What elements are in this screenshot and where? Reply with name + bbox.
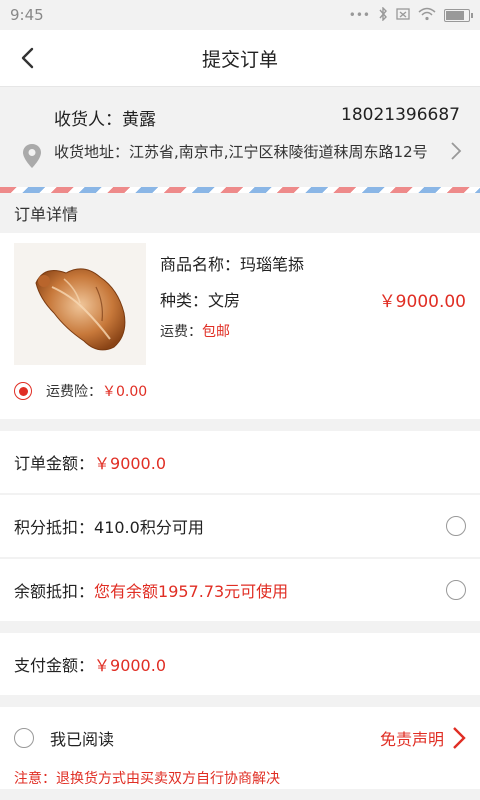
balance-text: 您有余额1957.73元可使用 [94, 582, 289, 601]
sim-off-icon [396, 7, 410, 24]
location-pin-icon [23, 144, 41, 168]
pay-amount-label: 支付金额： [14, 656, 95, 675]
shipping-insurance[interactable]: 运费险： ￥0.00 [14, 381, 147, 401]
page-title: 提交订单 [201, 48, 278, 71]
wifi-icon [418, 7, 436, 24]
agreement-row[interactable]: 我已阅读 免责声明 [0, 707, 480, 769]
insurance-radio[interactable] [14, 382, 32, 400]
product-category: 种类：文房 [160, 291, 241, 310]
receiver-phone: 18021396687 [341, 105, 460, 125]
points-label: 积分抵扣： [14, 518, 95, 537]
chevron-right-icon [451, 142, 462, 160]
product-name: 商品名称：玛瑙笔掭 [160, 255, 305, 274]
battery-level [446, 10, 464, 20]
receiver-name: 收货人：黄露 [54, 110, 156, 130]
disclaimer-label: 免责声明 [379, 730, 444, 749]
insurance-label: 运费险： [46, 384, 102, 400]
shipping-label: 运费： [160, 324, 202, 340]
envelope-stripe [0, 187, 480, 193]
product-price: ￥9000.00 [378, 292, 466, 312]
order-amount-row: 订单金额：￥9000.0 [0, 431, 480, 493]
disclaimer-link[interactable]: 免责声明 [380, 726, 466, 750]
address-card[interactable]: 收货人：黄露 18021396687 收货地址：江苏省,南京市,江宁区秣陵街道秣… [0, 87, 480, 193]
return-policy-note: 注意：退换货方式由买卖双方自行协商解决 [0, 769, 480, 789]
status-time: 9:45 [10, 6, 44, 24]
address-text: 收货地址：江苏省,南京市,江宁区秣陵街道秣周东路12号 [54, 143, 428, 161]
insurance-value: ￥0.00 [102, 384, 148, 400]
order-details-title: 订单详情 [0, 193, 480, 233]
bluetooth-icon [378, 5, 388, 24]
pay-amount-row: 支付金额：￥9000.0 [0, 633, 480, 695]
agreement-radio[interactable] [14, 728, 34, 748]
order-amount-label: 订单金额： [14, 454, 95, 473]
chevron-right-icon [453, 727, 466, 749]
balance-deduction-row[interactable]: 余额抵扣：您有余额1957.73元可使用 [0, 559, 480, 621]
product-card: 商品名称：玛瑙笔掭 种类：文房 ￥9000.00 运费：包邮 运费险： ￥0.00 [0, 233, 480, 419]
battery-icon [444, 8, 473, 22]
status-icons: ••• [348, 5, 473, 24]
shipping-value: 包邮 [202, 324, 230, 340]
status-bar: 9:45 ••• [0, 0, 480, 30]
more-dots-icon: ••• [348, 8, 370, 22]
points-radio[interactable] [446, 516, 466, 536]
product-image [14, 243, 146, 365]
balance-label: 余额抵扣： [14, 582, 95, 601]
pay-amount-value: ￥9000.0 [94, 656, 167, 675]
balance-radio[interactable] [446, 580, 466, 600]
nav-bar: 提交订单 [0, 30, 480, 87]
points-deduction-row[interactable]: 积分抵扣：410.0积分可用 [0, 495, 480, 557]
shipping-info: 运费：包邮 [160, 321, 230, 341]
chevron-left-icon[interactable] [14, 44, 42, 72]
order-amount-value: ￥9000.0 [94, 454, 167, 473]
points-text: 410.0积分可用 [94, 518, 204, 537]
read-label: 我已阅读 [50, 730, 115, 749]
